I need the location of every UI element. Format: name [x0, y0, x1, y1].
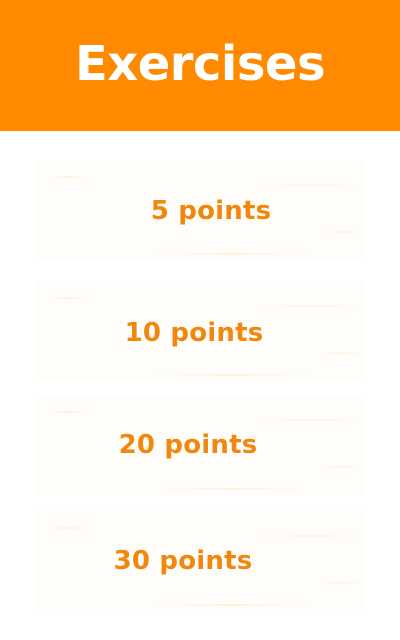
exercise-list: 5 points 10 points 20 points 30 points — [0, 0, 400, 640]
points-option-20[interactable]: 20 points — [37, 395, 365, 495]
points-label: 10 points — [124, 318, 264, 348]
points-label: 5 points — [150, 196, 272, 226]
points-label: 30 points — [113, 546, 253, 576]
points-option-30[interactable]: 30 points — [37, 511, 365, 609]
points-option-10[interactable]: 10 points — [37, 281, 365, 381]
points-label: 20 points — [118, 430, 258, 460]
points-option-5[interactable]: 5 points — [37, 160, 365, 260]
